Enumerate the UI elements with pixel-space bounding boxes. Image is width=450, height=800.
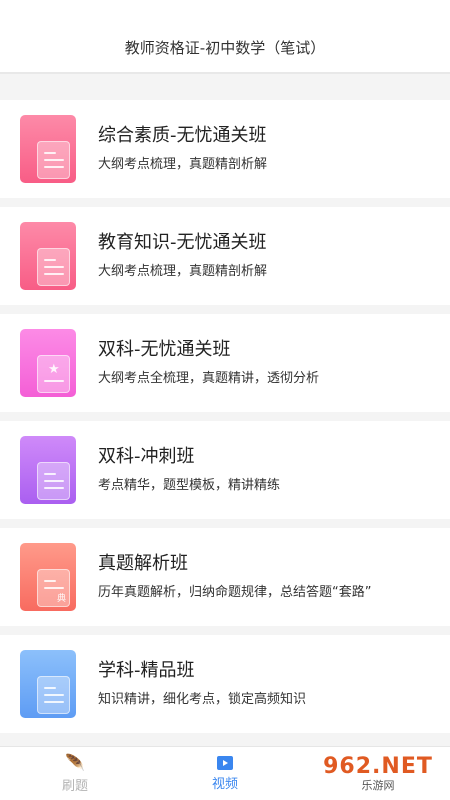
watermark-subtext: 乐游网: [361, 778, 395, 792]
course-card-1[interactable]: 综合素质-无忧通关班 大纲考点梳理，真题精剖析解: [0, 100, 450, 198]
course-thumbnail: [20, 650, 76, 718]
course-thumbnail: [20, 436, 76, 504]
tab-video[interactable]: 视频: [150, 747, 300, 800]
seal-mark: 典: [56, 594, 66, 604]
tab-label: 刷题: [61, 778, 88, 794]
site-watermark: 962.NET 乐游网: [310, 750, 446, 796]
course-card-2[interactable]: 教育知识-无忧通关班 大纲考点梳理，真题精剖析解: [0, 207, 450, 305]
document-icon: [37, 141, 70, 179]
course-subtitle: 知识精讲，细化考点，锁定高频知识: [98, 692, 307, 707]
course-list: 综合素质-无忧通关班 大纲考点梳理，真题精剖析解 教育知识-无忧通关班 大纲考点…: [0, 100, 450, 742]
course-card-6[interactable]: 学科-精品班 知识精讲，细化考点，锁定高频知识: [0, 635, 450, 733]
course-thumbnail: 典: [20, 543, 76, 611]
video-icon: [217, 755, 233, 770]
course-subtitle: 大纲考点梳理，真题精剖析解: [98, 157, 268, 172]
app-header: 教师资格证-初中数学（笔试）: [0, 0, 450, 74]
course-subtitle: 历年真题解析，归纳命题规律，总结答题“套路”: [98, 585, 372, 600]
star-document-icon: ★: [37, 355, 70, 393]
course-thumbnail: [20, 222, 76, 290]
page-title: 教师资格证-初中数学（笔试）: [124, 38, 326, 57]
course-title: 真题解析班: [98, 553, 188, 574]
sealed-document-icon: 典: [37, 569, 70, 607]
course-subtitle: 考点精华，题型模板，精讲精练: [98, 478, 281, 493]
course-card-4[interactable]: 双科-冲刺班 考点精华，题型模板，精讲精练: [0, 421, 450, 519]
document-icon: [37, 248, 70, 286]
course-subtitle: 大纲考点全梳理，真题精讲，透彻分析: [98, 371, 320, 386]
course-thumbnail: [20, 115, 76, 183]
tab-label: 视频: [211, 776, 238, 792]
course-card-5[interactable]: 典 真题解析班 历年真题解析，归纳命题规律，总结答题“套路”: [0, 528, 450, 626]
course-title: 学科-精品班: [98, 660, 195, 681]
feather-icon: 🪶: [65, 752, 85, 772]
course-title: 教育知识-无忧通关班: [98, 232, 267, 253]
course-title: 双科-冲刺班: [98, 446, 195, 467]
tab-practice[interactable]: 🪶 刷题: [0, 747, 150, 800]
watermark-logo: 962.NET: [323, 753, 433, 779]
course-title: 综合素质-无忧通关班: [98, 125, 267, 146]
course-title: 双科-无忧通关班: [98, 339, 231, 360]
document-icon: [37, 676, 70, 714]
course-subtitle: 大纲考点梳理，真题精剖析解: [98, 264, 268, 279]
course-thumbnail: ★: [20, 329, 76, 397]
course-card-3[interactable]: ★ 双科-无忧通关班 大纲考点全梳理，真题精讲，透彻分析: [0, 314, 450, 412]
document-icon: [37, 462, 70, 500]
